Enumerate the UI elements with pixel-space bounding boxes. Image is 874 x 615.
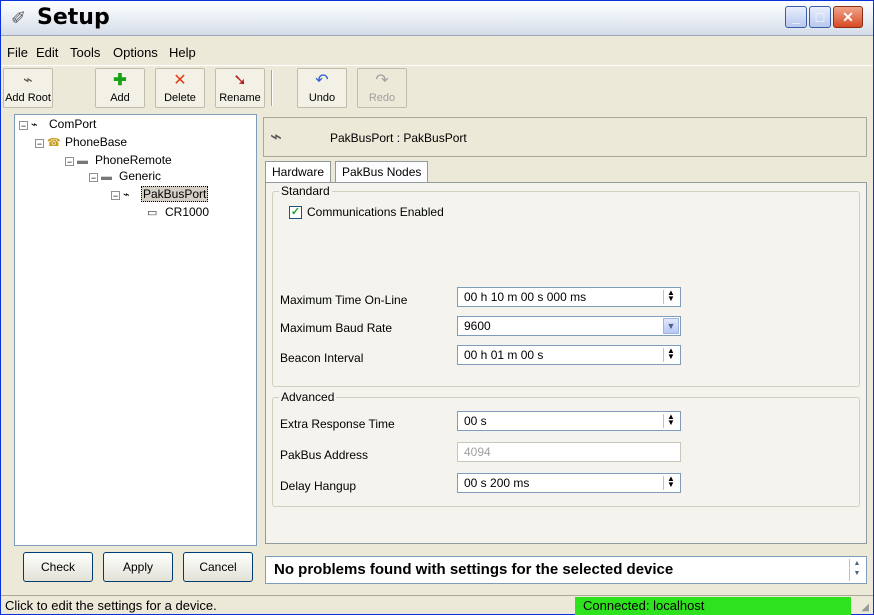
undo-button[interactable]: ↶ Undo bbox=[297, 68, 347, 108]
redo-icon: ↷ bbox=[375, 72, 389, 89]
status-hint: Click to edit the settings for a device. bbox=[5, 598, 217, 613]
tree-node-comport[interactable]: ⌁ ComPort bbox=[31, 117, 96, 131]
extra-response-time-label: Extra Response Time bbox=[280, 417, 395, 431]
tree-node-generic[interactable]: ▬ Generic bbox=[101, 169, 161, 183]
extra-response-time-field[interactable]: 00 s ▲ ▼ bbox=[457, 411, 681, 431]
menu-help[interactable]: Help bbox=[169, 45, 196, 60]
menu-options[interactable]: Options bbox=[113, 45, 158, 60]
modem-icon: ▬ bbox=[77, 155, 88, 167]
message-scrollbar[interactable]: ▲ ▼ bbox=[849, 559, 864, 581]
minimize-button[interactable]: _ bbox=[785, 6, 807, 28]
device-header-text: PakBusPort : PakBusPort bbox=[330, 131, 467, 145]
apply-button[interactable]: Apply bbox=[103, 552, 173, 582]
modem-icon: ▬ bbox=[101, 171, 112, 183]
tree-node-phoneremote[interactable]: ▬ PhoneRemote bbox=[77, 153, 172, 167]
redo-button[interactable]: ↷ Redo bbox=[357, 68, 407, 108]
tree-collapse-toggle[interactable]: − bbox=[19, 121, 28, 131]
tree-node-pakbusport[interactable]: ⌁ PakBusPort bbox=[123, 186, 209, 202]
rename-button[interactable]: ➘ Rename bbox=[215, 68, 265, 108]
cancel-button[interactable]: Cancel bbox=[183, 552, 253, 582]
port-icon: ⌁ bbox=[23, 72, 33, 89]
maximize-button[interactable]: □ bbox=[809, 6, 831, 28]
beacon-interval-field[interactable]: 00 h 01 m 00 s ▲ ▼ bbox=[457, 345, 681, 365]
max-baud-rate-label: Maximum Baud Rate bbox=[280, 321, 393, 335]
tree-node-cr1000[interactable]: ▭ CR1000 bbox=[147, 205, 209, 219]
window-title: Setup bbox=[37, 5, 110, 30]
port-icon: ⌁ bbox=[270, 126, 283, 148]
device-header: ⌁ PakBusPort : PakBusPort bbox=[263, 117, 867, 157]
beacon-interval-label: Beacon Interval bbox=[280, 351, 364, 365]
port-icon: ⌁ bbox=[123, 189, 130, 201]
datalogger-icon: ▭ bbox=[147, 207, 158, 219]
status-bar: Click to edit the settings for a device.… bbox=[1, 595, 873, 615]
communications-enabled-label: Communications Enabled bbox=[307, 205, 444, 219]
setup-window: ✐ Setup _ □ ✕ File Edit Tools Options He… bbox=[0, 0, 874, 615]
close-button[interactable]: ✕ bbox=[833, 6, 863, 28]
undo-icon: ↶ bbox=[315, 72, 329, 89]
resize-grip-icon[interactable]: ◢ bbox=[861, 602, 869, 613]
menu-bar: File Edit Tools Options Help bbox=[1, 43, 873, 63]
max-time-online-label: Maximum Time On-Line bbox=[280, 293, 408, 307]
pakbus-address-label: PakBus Address bbox=[280, 448, 369, 462]
add-root-button[interactable]: ⌁ Add Root bbox=[3, 68, 53, 108]
spinner-arrows-icon[interactable]: ▲ ▼ bbox=[663, 475, 678, 490]
device-tree[interactable]: − ⌁ ComPort − ☎ PhoneBase − ▬ PhoneRemote −… bbox=[14, 114, 257, 546]
plus-icon: ✚ bbox=[113, 72, 127, 89]
phone-icon: ☎ bbox=[47, 137, 61, 149]
check-button[interactable]: Check bbox=[23, 552, 93, 582]
toolbar-separator bbox=[271, 70, 273, 106]
delete-x-icon: ✕ bbox=[173, 72, 187, 89]
menu-file[interactable]: File bbox=[7, 45, 28, 60]
standard-group-title: Standard bbox=[279, 184, 332, 198]
tree-collapse-toggle[interactable]: − bbox=[111, 191, 120, 201]
tree-node-phonebase[interactable]: ☎ PhoneBase bbox=[47, 135, 127, 149]
add-button[interactable]: ✚ Add bbox=[95, 68, 145, 108]
communications-enabled-checkbox[interactable]: ✓ bbox=[289, 206, 302, 219]
menu-edit[interactable]: Edit bbox=[36, 45, 58, 60]
delay-hangup-label: Delay Hangup bbox=[280, 479, 357, 493]
tab-hardware[interactable]: Hardware bbox=[265, 161, 332, 184]
tree-collapse-toggle[interactable]: − bbox=[35, 139, 44, 149]
validation-message: No problems found with settings for the … bbox=[274, 561, 674, 578]
chevron-down-icon[interactable]: ▼ bbox=[663, 318, 679, 334]
delay-hangup-field[interactable]: 00 s 200 ms ▲ ▼ bbox=[457, 473, 681, 493]
title-bar[interactable]: ✐ Setup _ □ ✕ bbox=[1, 1, 873, 36]
spinner-arrows-icon[interactable]: ▲ ▼ bbox=[663, 347, 678, 362]
validation-message-box[interactable]: No problems found with settings for the … bbox=[265, 556, 867, 584]
tab-pakbus-nodes[interactable]: PakBus Nodes bbox=[335, 161, 429, 182]
max-baud-rate-select[interactable]: 9600 ▼ bbox=[457, 316, 681, 336]
toolbar: ⌁ Add Root ✚ Add ✕ Delete ➘ Rename ↶ Und… bbox=[1, 65, 873, 110]
rename-arrow-icon: ➘ bbox=[233, 72, 247, 89]
pakbus-address-field: 4094 bbox=[457, 442, 681, 462]
tree-collapse-toggle[interactable]: − bbox=[65, 157, 74, 167]
max-time-online-field[interactable]: 00 h 10 m 00 s 000 ms ▲ ▼ bbox=[457, 287, 681, 307]
menu-tools[interactable]: Tools bbox=[70, 45, 100, 60]
setup-app-icon: ✐ bbox=[11, 8, 27, 28]
spinner-arrows-icon[interactable]: ▲ ▼ bbox=[663, 413, 678, 428]
connection-status: Connected: localhost bbox=[575, 597, 851, 615]
tree-collapse-toggle[interactable]: − bbox=[89, 173, 98, 183]
spinner-arrows-icon[interactable]: ▲ ▼ bbox=[663, 289, 678, 304]
port-icon: ⌁ bbox=[31, 119, 38, 131]
advanced-group-title: Advanced bbox=[279, 390, 337, 404]
delete-button[interactable]: ✕ Delete bbox=[155, 68, 205, 108]
